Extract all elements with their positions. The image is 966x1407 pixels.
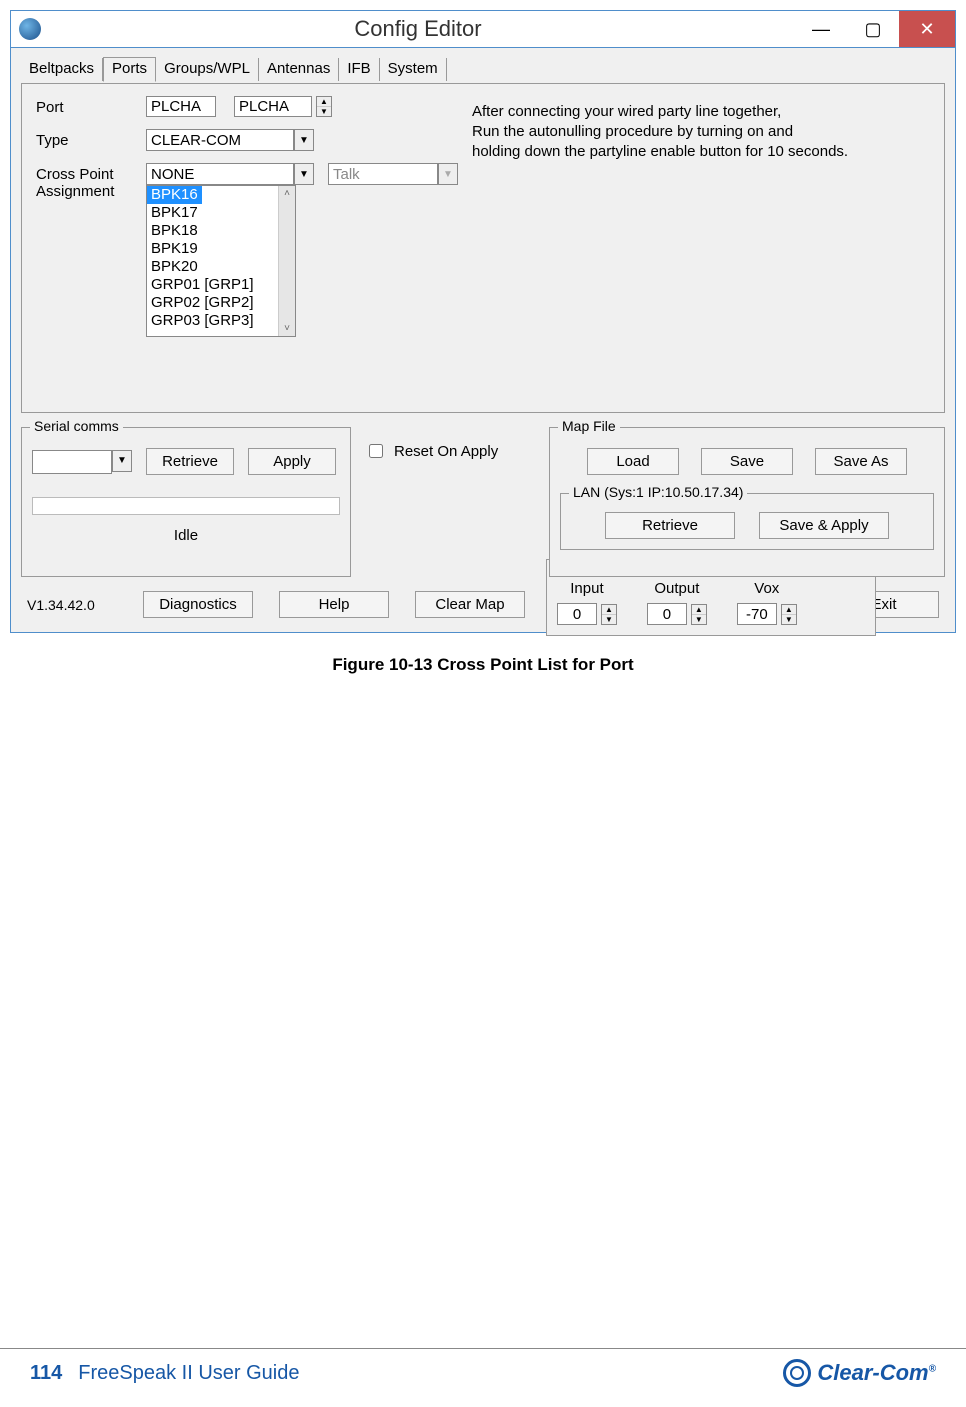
crosspoint-list[interactable]: BPK16 BPK17 BPK18 BPK19 BPK20 GRP01 [GRP…	[146, 185, 296, 337]
list-item[interactable]: BPK16	[147, 186, 202, 204]
input-level[interactable]	[557, 603, 597, 625]
list-item[interactable]: GRP03 [GRP3]	[147, 312, 295, 330]
tab-body: Port ▲▼ Type ▼ Cross Point Assignment	[21, 83, 945, 413]
maximize-button[interactable]: ▢	[847, 11, 899, 47]
close-button[interactable]: ✕	[899, 11, 955, 47]
lan-retrieve-button[interactable]: Retrieve	[605, 512, 735, 539]
serial-retrieve-button[interactable]: Retrieve	[146, 448, 234, 475]
mapfile-legend: Map File	[558, 418, 620, 434]
crosspoint-select[interactable]	[146, 163, 294, 185]
map-file-group: Map File Load Save Save As LAN (Sys:1 IP…	[549, 427, 945, 577]
vox-level-label: Vox	[737, 580, 797, 597]
crosspoint-label: Cross Point Assignment	[36, 163, 146, 200]
serial-status: Idle	[32, 527, 340, 544]
input-level-label: Input	[557, 580, 617, 597]
lan-legend: LAN (Sys:1 IP:10.50.17.34)	[569, 484, 747, 500]
type-select[interactable]	[146, 129, 294, 151]
save-button[interactable]: Save	[701, 448, 793, 475]
tab-ifb[interactable]: IFB	[339, 58, 379, 81]
vox-level[interactable]	[737, 603, 777, 625]
serial-legend: Serial comms	[30, 418, 123, 434]
talk-select	[328, 163, 438, 185]
lan-group: LAN (Sys:1 IP:10.50.17.34) Retrieve Save…	[560, 493, 934, 550]
help-button[interactable]: Help	[279, 591, 389, 618]
output-level-label: Output	[647, 580, 707, 597]
port-label: Port	[36, 96, 146, 116]
serial-apply-button[interactable]: Apply	[248, 448, 336, 475]
version-label: V1.34.42.0	[27, 597, 117, 613]
chevron-down-icon[interactable]: ▼	[294, 129, 314, 151]
save-as-button[interactable]: Save As	[815, 448, 907, 475]
app-icon	[19, 18, 41, 40]
reset-on-apply-checkbox[interactable]: Reset On Apply	[365, 441, 535, 461]
tab-ports[interactable]: Ports	[103, 57, 156, 82]
help-text: After connecting your wired party line t…	[472, 102, 848, 162]
list-item[interactable]: BPK20	[147, 258, 295, 276]
port-spinner-input[interactable]	[234, 96, 312, 117]
reset-checkbox-input[interactable]	[369, 444, 383, 458]
tab-beltpacks[interactable]: Beltpacks	[21, 58, 103, 81]
config-editor-window: Config Editor — ▢ ✕ Beltpacks Ports Grou…	[10, 10, 956, 633]
figure-caption: Figure 10-13 Cross Point List for Port	[10, 655, 956, 675]
list-item[interactable]: GRP01 [GRP1]	[147, 276, 295, 294]
scroll-down-icon[interactable]: ˅	[284, 321, 290, 336]
vox-spinner[interactable]: ▲▼	[781, 604, 797, 625]
window-title: Config Editor	[41, 16, 795, 42]
tab-groups-wpl[interactable]: Groups/WPL	[156, 58, 259, 81]
load-button[interactable]: Load	[587, 448, 679, 475]
port-spinner[interactable]: ▲▼	[316, 96, 332, 117]
guide-title: FreeSpeak II User Guide	[78, 1362, 299, 1385]
output-level[interactable]	[647, 603, 687, 625]
clear-map-button[interactable]: Clear Map	[415, 591, 525, 618]
scroll-up-icon[interactable]: ˄	[284, 186, 290, 201]
tab-system[interactable]: System	[380, 58, 447, 81]
save-apply-button[interactable]: Save & Apply	[759, 512, 889, 539]
page-number: 114	[30, 1362, 62, 1385]
list-item[interactable]: BPK19	[147, 240, 295, 258]
serial-comms-group: Serial comms ▼ Retrieve Apply Idle	[21, 427, 351, 577]
type-label: Type	[36, 129, 146, 149]
logo-icon	[783, 1359, 811, 1387]
list-item[interactable]: GRP02 [GRP2]	[147, 294, 295, 312]
list-item[interactable]: BPK17	[147, 204, 295, 222]
chevron-down-icon: ▼	[438, 163, 458, 185]
chevron-down-icon[interactable]: ▼	[112, 450, 132, 472]
tabstrip: Beltpacks Ports Groups/WPL Antennas IFB …	[21, 56, 945, 81]
serial-progress	[32, 497, 340, 515]
list-scrollbar[interactable]: ˄˅	[278, 186, 295, 336]
page-footer: 114 FreeSpeak II User Guide Clear-Com®	[0, 1348, 966, 1387]
serial-port-select[interactable]	[32, 450, 112, 474]
clear-com-logo: Clear-Com®	[783, 1359, 936, 1387]
titlebar: Config Editor — ▢ ✕	[11, 11, 955, 48]
input-spinner[interactable]: ▲▼	[601, 604, 617, 625]
port-input[interactable]	[146, 96, 216, 117]
chevron-down-icon[interactable]: ▼	[294, 163, 314, 185]
tab-antennas[interactable]: Antennas	[259, 58, 339, 81]
list-item[interactable]: BPK18	[147, 222, 295, 240]
diagnostics-button[interactable]: Diagnostics	[143, 591, 253, 618]
output-spinner[interactable]: ▲▼	[691, 604, 707, 625]
minimize-button[interactable]: —	[795, 11, 847, 47]
